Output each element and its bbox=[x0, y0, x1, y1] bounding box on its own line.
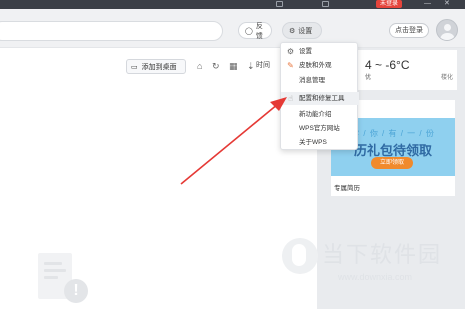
menu-item-label: 关于WPS bbox=[299, 139, 327, 146]
watermark-text: 当下软件园 bbox=[322, 242, 443, 267]
watermark-url: www.downxia.com bbox=[338, 272, 413, 282]
menu-item-repair-tool[interactable]: ☝ 配置和修复工具 bbox=[281, 92, 359, 105]
avatar[interactable] bbox=[436, 19, 458, 41]
feedback-button[interactable]: ◯ 反馈 bbox=[238, 22, 272, 40]
warning-icon: ! bbox=[64, 279, 88, 303]
menu-item-settings[interactable]: ⚙ 设置 bbox=[281, 45, 359, 58]
settings-button[interactable]: ⚙ 设置 bbox=[282, 22, 322, 39]
add-to-desktop-button[interactable]: ▭ 添加到桌面 bbox=[126, 59, 186, 74]
feedback-label: 反馈 bbox=[255, 22, 263, 40]
time-sort-label[interactable]: 时间 bbox=[256, 61, 270, 71]
lock-icon[interactable]: ⌂ bbox=[197, 61, 202, 71]
chat-bubble-icon: ◯ bbox=[245, 27, 253, 35]
app-icon[interactable] bbox=[276, 1, 283, 7]
menu-item-about[interactable]: 关于WPS bbox=[281, 136, 359, 149]
close-button[interactable]: ✕ bbox=[444, 0, 450, 8]
watermark-logo-icon bbox=[282, 238, 318, 274]
menu-item-website[interactable]: WPS官方网站 bbox=[281, 122, 359, 135]
gear-icon: ⚙ bbox=[286, 47, 295, 56]
menu-item-label: 皮肤和外观 bbox=[299, 62, 332, 69]
box-icon[interactable] bbox=[322, 1, 329, 7]
avatar-body bbox=[440, 33, 455, 40]
menu-item-label: 配置和修复工具 bbox=[299, 95, 345, 102]
menu-item-label: WPS官方网站 bbox=[299, 125, 340, 132]
temperature: 4 ~ -6°C bbox=[365, 58, 410, 72]
menu-item-label: 消息管理 bbox=[299, 77, 325, 84]
location: 楼化 bbox=[441, 75, 454, 81]
menu-item-new-features[interactable]: 新功能介绍 bbox=[281, 108, 359, 121]
toolbar: ◯ 反馈 ⚙ 设置 点击登录 bbox=[0, 9, 465, 48]
settings-dropdown-menu: ⚙ 设置 ✎ 皮肤和外观 消息管理 ☝ 配置和修复工具 新功能介绍 WPS官方网… bbox=[280, 42, 359, 150]
add-to-desktop-label: 添加到桌面 bbox=[141, 63, 177, 71]
menu-item-skins[interactable]: ✎ 皮肤和外观 bbox=[281, 59, 359, 72]
desktop-icon: ▭ bbox=[131, 63, 138, 71]
settings-label: 设置 bbox=[298, 27, 313, 35]
promo-caption: 专属简历 bbox=[334, 185, 360, 192]
hand-cursor-icon: ☝ bbox=[288, 94, 293, 103]
menu-item-label: 新功能介绍 bbox=[299, 111, 332, 118]
brush-icon: ✎ bbox=[287, 61, 294, 70]
menu-item-label: 设置 bbox=[299, 48, 312, 55]
air-quality: 优 bbox=[365, 75, 372, 81]
title-bar: 未登录 — ✕ bbox=[0, 0, 465, 9]
login-status-badge[interactable]: 未登录 bbox=[376, 0, 402, 8]
gear-icon: ⚙ bbox=[289, 27, 296, 35]
claim-button[interactable]: 立即领取 bbox=[371, 157, 413, 169]
sort-icon[interactable]: ⇣ bbox=[247, 61, 255, 71]
login-button[interactable]: 点击登录 bbox=[389, 23, 429, 38]
search-input[interactable] bbox=[0, 21, 223, 41]
grid-icon[interactable]: ▦ bbox=[229, 61, 238, 71]
refresh-icon[interactable]: ↻ bbox=[212, 61, 220, 71]
menu-item-messages[interactable]: 消息管理 bbox=[281, 74, 359, 87]
avatar-head bbox=[444, 24, 451, 31]
minimize-button[interactable]: — bbox=[424, 0, 431, 8]
